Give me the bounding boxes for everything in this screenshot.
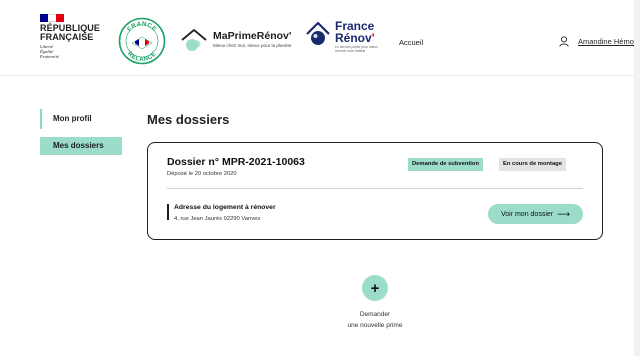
maprimerenov-name: MaPrimeRénov' [213,29,292,42]
user-icon [559,36,569,47]
dossier-date: Déposé le 20 octobre 2020 [167,171,237,177]
voir-mon-dossier-label: Voir mon dossier [500,210,554,218]
maprimerenov-logo[interactable]: MaPrimeRénov' Mieux chez moi, mieux pour… [180,26,291,52]
badge-demande-type: Demande de subvention [408,158,483,171]
new-prime-label-line2: une nouvelle prime [347,322,403,329]
sidebar-item-mon-profil[interactable]: Mon profil [40,109,122,129]
dossier-title: Dossier n° MPR-2021-10063 [167,156,305,168]
france-renov-accent: ' [371,31,375,45]
status-badge: En cours de montage [499,158,566,171]
new-prime-label[interactable]: Demander une nouvelle prime [305,309,445,331]
nav-accueil-link[interactable]: Accueil [399,38,423,47]
window-edge [634,0,640,356]
user-name[interactable]: Amandine Hémon [578,37,638,46]
republique-motto: Liberté Égalité Fraternité [40,44,100,60]
france-renov-subtitle: Le service public pour mieux rénover mon… [335,45,378,53]
france-renov-line2-wrap: Rénov' [335,32,379,44]
address-marker [167,204,169,220]
address-value: 4, rue Jean Jaurès 92290 Vanves [174,216,261,222]
republique-name-line2: FRANÇAISE [40,32,94,42]
france-renov-house-icon [306,21,330,45]
republique-francaise-logo[interactable]: RÉPUBLIQUE FRANÇAISE Liberté Égalité Fra… [40,14,100,60]
site-header: RÉPUBLIQUE FRANÇAISE Liberté Égalité Fra… [0,0,640,76]
france-relance-logo: FRANCE RELANCE [118,17,166,65]
plus-icon: + [370,279,380,297]
arrow-right-icon: ⟶ [557,208,571,219]
card-divider [167,188,583,189]
maprimerenov-tagline: Mieux chez moi, mieux pour la planète [213,42,292,48]
new-prime-button[interactable]: + [362,275,388,301]
page: RÉPUBLIQUE FRANÇAISE Liberté Égalité Fra… [0,0,640,356]
french-flag-icon [40,14,64,22]
user-menu[interactable]: Amandine Hémon [559,36,638,47]
house-icon [181,29,207,51]
page-title: Mes dossiers [147,112,230,127]
voir-mon-dossier-button[interactable]: Voir mon dossier ⟶ [488,204,583,224]
address-label: Adresse du logement à rénover [174,204,276,211]
france-renov-logo[interactable]: France Rénov' Le service public pour mie… [305,20,379,53]
new-prime-label-line1: Demander [359,311,391,318]
dossier-card: Dossier n° MPR-2021-10063 Déposé le 20 o… [147,142,603,240]
sidebar-item-mes-dossiers[interactable]: Mes dossiers [40,137,122,155]
france-renov-line2: Rénov [335,31,372,45]
motto-fraternite: Fraternité [40,54,59,60]
